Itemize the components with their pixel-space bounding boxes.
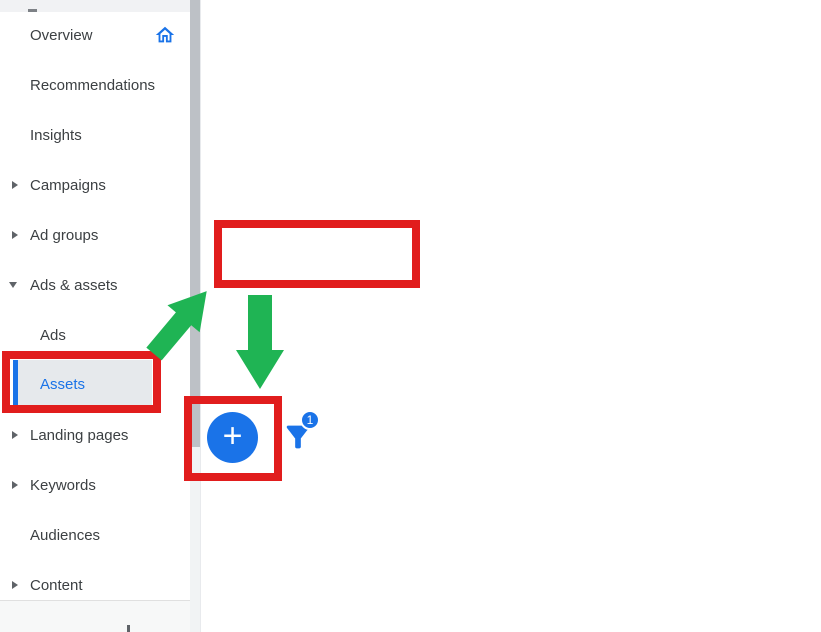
- sidebar-item-ad-groups[interactable]: Ad groups: [0, 210, 190, 260]
- sidebar-item-label: Landing pages: [0, 427, 128, 444]
- filter-count-badge: 1: [300, 410, 320, 430]
- sidebar-scrollbar-thumb[interactable]: [190, 0, 200, 447]
- plus-icon: +: [223, 419, 243, 453]
- sidebar-item-ads[interactable]: Ads: [0, 310, 190, 360]
- sidebar-item-campaigns[interactable]: Campaigns: [0, 160, 190, 210]
- sidebar-item-landing-pages[interactable]: Landing pages: [0, 410, 190, 460]
- google-ads-assets-page: Overview Recommendations Insights Campai…: [0, 0, 821, 632]
- chevron-right-icon: [12, 181, 18, 189]
- sidebar-item-recommendations[interactable]: Recommendations: [0, 60, 190, 110]
- sidebar-item-label: Ads & assets: [0, 277, 118, 294]
- sidebar-item-label: Ads: [0, 327, 66, 344]
- sidebar-item-label: Assets: [13, 376, 85, 393]
- sidebar-item-insights[interactable]: Insights: [0, 110, 190, 160]
- sidebar-item-label: Insights: [0, 127, 82, 144]
- home-icon: [154, 24, 176, 46]
- cut-off-element: [127, 625, 130, 632]
- add-asset-button[interactable]: +: [207, 412, 258, 463]
- chevron-right-icon: [12, 481, 18, 489]
- selected-indicator-bar: [13, 360, 18, 408]
- sidebar-nav: Overview Recommendations Insights Campai…: [0, 0, 190, 632]
- sidebar-item-label: Overview: [0, 27, 93, 44]
- sidebar-item-audiences[interactable]: Audiences: [0, 510, 190, 560]
- sidebar-footer: [0, 601, 190, 632]
- sidebar-item-ads-and-assets[interactable]: Ads & assets: [0, 260, 190, 310]
- chevron-right-icon: [12, 581, 18, 589]
- sidebar-item-keywords[interactable]: Keywords: [0, 460, 190, 510]
- chevron-down-icon: [9, 282, 17, 288]
- chevron-right-icon: [12, 431, 18, 439]
- main-content: [200, 0, 821, 632]
- sidebar-item-label: Recommendations: [0, 77, 155, 94]
- chevron-right-icon: [12, 231, 18, 239]
- sidebar-item-label: Audiences: [0, 527, 100, 544]
- sidebar-item-assets-selected[interactable]: Assets: [13, 360, 152, 408]
